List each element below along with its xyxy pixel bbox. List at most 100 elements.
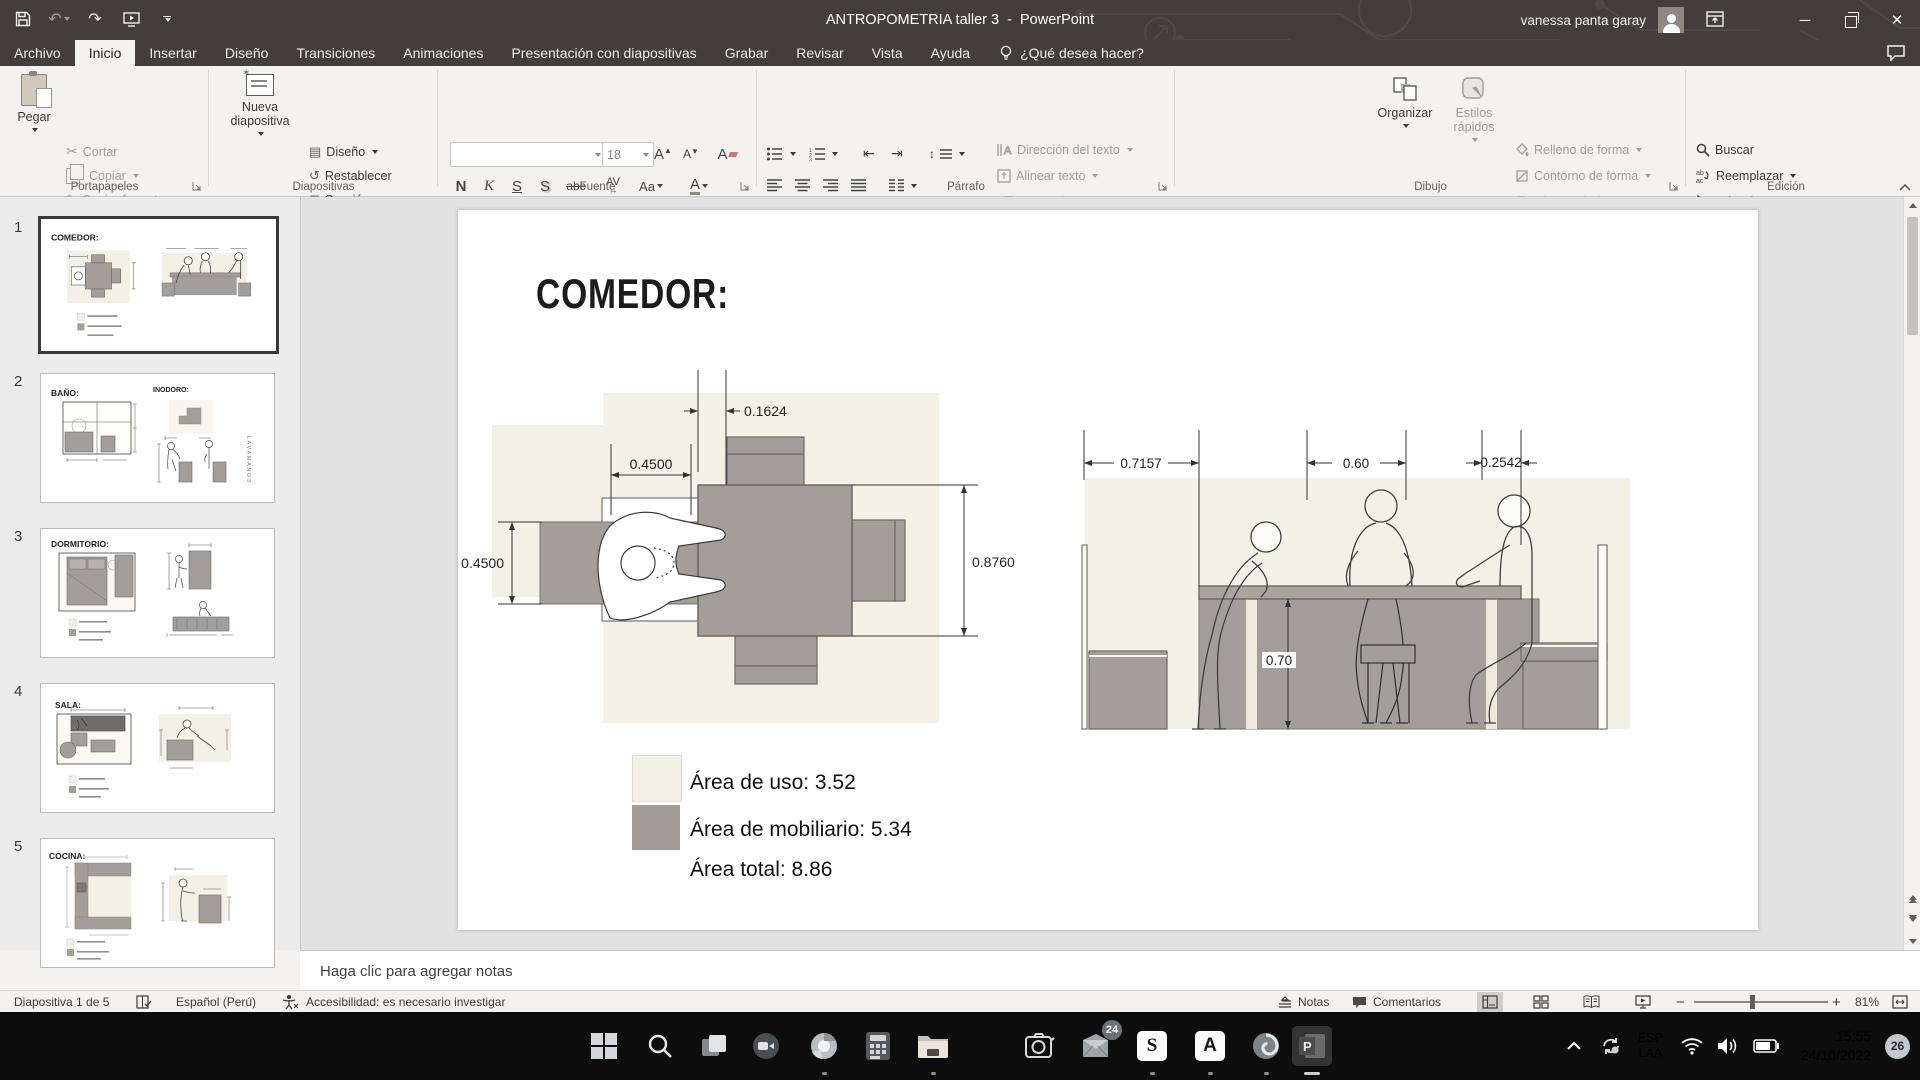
slide-title[interactable]: COMEDOR: [536,270,729,318]
view-reading[interactable] [1578,992,1604,1012]
close-button[interactable]: ✕ [1874,0,1920,40]
dining-plan-drawing[interactable]: 0.1624 0.4500 0.4500 0.8760 [458,370,1058,770]
svg-text:0.70: 0.70 [1266,653,1292,668]
tab-inicio[interactable]: Inicio [75,40,136,66]
new-slide-button[interactable]: Nueva diapositiva [227,74,293,136]
font-size-combo[interactable]: 18 [602,142,654,167]
thumbnail-slide-3[interactable]: DORMITORIO: [40,528,275,658]
decrease-font-icon[interactable]: A▼ [678,142,704,166]
share-comments-icon[interactable] [1886,44,1906,61]
app-s-tile[interactable]: S [1132,1026,1172,1066]
start-button[interactable] [584,1026,624,1066]
font-name-combo[interactable] [450,142,606,167]
paste-button[interactable]: Pegar [12,74,56,132]
thumbnail-slide-2[interactable]: BAÑO: INODORO: [40,373,275,503]
camera-app[interactable] [1020,1026,1060,1066]
tray-chevron-icon[interactable] [1566,1040,1582,1052]
clock[interactable]: 15:55 24/10/2022 [1801,1027,1871,1065]
wifi-icon[interactable] [1681,1037,1703,1055]
account-area[interactable]: vanessa panta garay [1521,0,1724,40]
spellcheck-icon[interactable] [136,995,152,1009]
zoom-level[interactable]: 81% [1855,991,1879,1013]
view-normal[interactable] [1477,992,1503,1012]
thumbnail-slide-1[interactable]: COMEDOR: [38,216,279,354]
numbering-button[interactable]: 123 [809,142,838,165]
comments-toggle[interactable]: Comentarios [1352,991,1441,1013]
notes-pane[interactable]: Haga clic para agregar notas [300,950,1920,991]
notes-toggle[interactable]: Notas [1278,991,1329,1013]
app-swirl[interactable] [1246,1026,1286,1066]
mail-app[interactable]: 24 [1076,1026,1116,1066]
increase-indent-icon[interactable]: ⇥ [891,142,903,165]
browser-app[interactable] [804,1026,844,1066]
tab-insertar[interactable]: Insertar [135,40,210,66]
redo-icon[interactable]: ↷ [84,8,106,30]
title-bar: ↶ ↷ ANTROPOMETRIA taller 3 - PowerPoint … [0,0,1920,40]
notes-placeholder[interactable]: Haga clic para agregar notas [320,963,513,980]
tab-presentacion[interactable]: Presentación con diapositivas [497,40,710,66]
find-button[interactable]: Buscar [1696,138,1754,161]
zoom-out-icon[interactable]: − [1676,991,1685,1013]
avatar[interactable] [1658,7,1684,33]
slide-canvas[interactable]: COMEDOR: [458,210,1758,930]
slide-layout-button[interactable]: ▤Diseño [309,140,378,163]
powerpoint-app[interactable]: P [1292,1026,1332,1066]
previous-slide-icon[interactable] [1904,889,1920,906]
view-slideshow[interactable] [1630,992,1656,1012]
font-dialog-launcher[interactable] [739,180,751,192]
next-slide-icon[interactable] [1904,911,1920,928]
sync-icon[interactable] [1600,1035,1622,1057]
scroll-thumb[interactable] [1907,217,1918,335]
tab-ayuda[interactable]: Ayuda [917,40,984,66]
slide-counter[interactable]: Diapositiva 1 de 5 [14,991,109,1013]
ribbon-display-options-icon[interactable] [1706,11,1724,30]
start-slideshow-icon[interactable] [120,8,142,30]
save-icon[interactable] [12,8,34,30]
app-a-tile[interactable]: A [1190,1026,1230,1066]
decrease-indent-icon[interactable]: ⇤ [863,142,875,165]
minimize-button[interactable]: ─ [1782,0,1828,40]
slide-scrollbar[interactable] [1903,197,1920,950]
tab-diseno[interactable]: Diseño [211,40,283,66]
line-spacing-button[interactable]: ↕ [929,142,965,165]
search-button[interactable] [640,1026,680,1066]
accessibility-icon[interactable] [282,994,299,1010]
task-view-button[interactable] [694,1026,734,1066]
language-indicator[interactable]: Español (Perú) [176,991,256,1013]
accessibility-status[interactable]: Accesibilidad: es necesario investigar [306,991,505,1013]
calculator-app[interactable] [858,1026,898,1066]
battery-icon[interactable] [1753,1039,1779,1053]
restore-button[interactable] [1828,0,1874,40]
scroll-up-icon[interactable] [1904,197,1920,214]
thumbnail-slide-4[interactable]: SALA: [40,683,275,813]
customize-qat-icon[interactable] [156,8,178,30]
chat-app[interactable] [746,1026,786,1066]
tell-me-search[interactable]: ¿Qué desea hacer? [1000,40,1144,66]
bullets-button[interactable] [767,142,796,165]
tab-grabar[interactable]: Grabar [711,40,783,66]
increase-font-icon[interactable]: A▲ [650,142,676,166]
drawing-dialog-launcher[interactable] [1668,180,1680,192]
thumbnail-slide-5[interactable]: COCINA: [40,838,275,968]
notification-badge[interactable]: 26 [1885,1034,1910,1059]
collapse-ribbon-icon[interactable] [1898,182,1912,192]
tab-transiciones[interactable]: Transiciones [282,40,389,66]
clipboard-dialog-launcher[interactable] [191,180,203,192]
scroll-down-icon[interactable] [1904,933,1920,950]
arrange-button[interactable]: Organizar [1375,76,1435,128]
zoom-in-icon[interactable]: + [1832,991,1841,1013]
fit-to-window-icon[interactable] [1892,995,1908,1009]
volume-icon[interactable] [1717,1037,1739,1055]
zoom-slider-thumb[interactable] [1750,995,1755,1009]
tab-archivo[interactable]: Archivo [0,40,75,66]
paragraph-dialog-launcher[interactable] [1157,180,1169,192]
clear-formatting-icon[interactable]: A [714,142,740,166]
file-explorer-app[interactable] [913,1026,953,1066]
tab-animaciones[interactable]: Animaciones [389,40,497,66]
view-slide-sorter[interactable] [1528,992,1554,1012]
language-switcher[interactable]: ESPLAA [1638,1031,1663,1061]
tab-revisar[interactable]: Revisar [782,40,857,66]
tab-vista[interactable]: Vista [858,40,917,66]
dining-elevation-drawing[interactable]: 0.7157 0.60 0.2542 0.70 [1080,405,1640,735]
zoom-slider-track[interactable] [1694,1001,1828,1003]
